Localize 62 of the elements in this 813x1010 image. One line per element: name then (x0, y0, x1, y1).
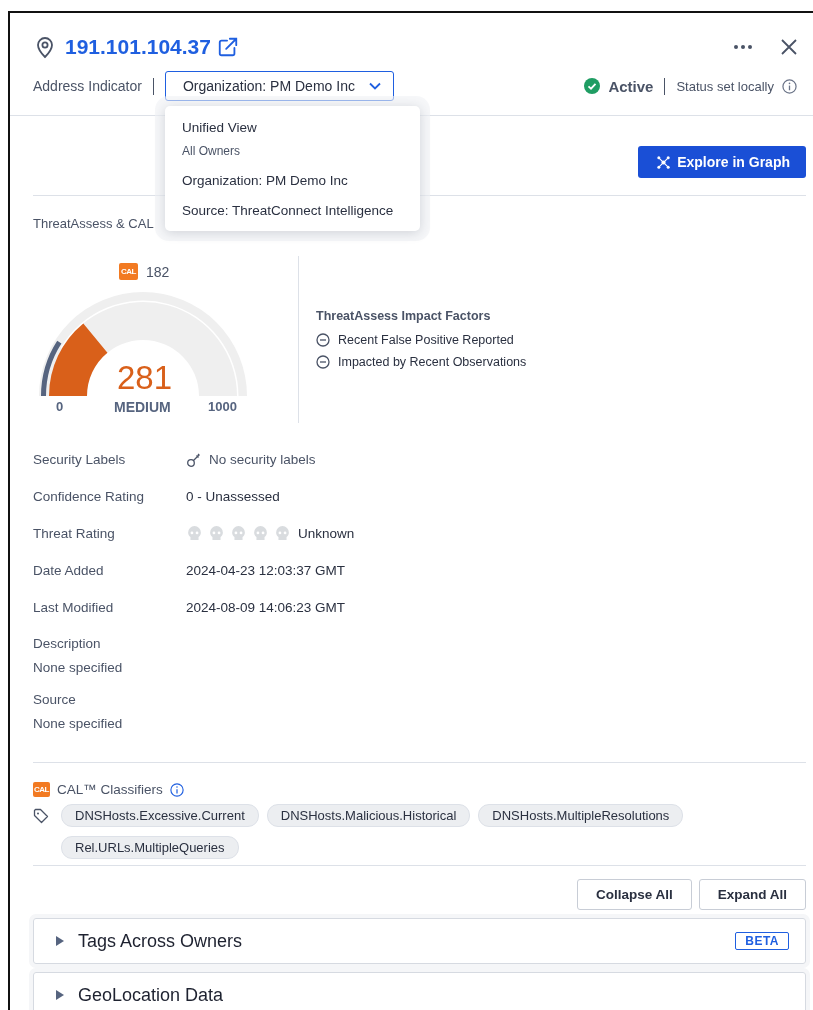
minus-circle-icon (316, 355, 330, 369)
impact-factors-title: ThreatAssess Impact Factors (316, 309, 492, 323)
threat-score: 281 (117, 359, 173, 397)
caret-icon (56, 936, 64, 946)
cal-logo: CAL (33, 782, 50, 797)
info-icon[interactable] (782, 78, 797, 94)
cal-logo: CAL (119, 263, 138, 280)
classifiers-title: CAL™ Classifiers (56, 782, 163, 797)
owner-menu-item[interactable]: Unified View All Owners (165, 114, 420, 167)
detail-value: No security labels (209, 452, 316, 467)
impact-factor: Recent False Positive Reported (338, 333, 514, 347)
close-icon[interactable] (781, 39, 797, 55)
gauge-min-label: 0 (56, 399, 64, 414)
skull-icon (208, 525, 225, 542)
minus-circle-icon (316, 333, 330, 347)
classifier-tag[interactable]: Rel.URLs.MultipleQueries (61, 836, 239, 859)
section-toggle-button[interactable]: Expand All (698, 879, 806, 910)
skull-icon (252, 525, 269, 542)
detail-label: Confidence Rating (33, 489, 146, 504)
detail-value: None specified (33, 660, 123, 675)
skull-icon (274, 525, 291, 542)
detail-label: Date Added (33, 563, 105, 578)
section-title: ThreatAssess & CAL (33, 216, 154, 231)
detail-value: 0 - Unassessed (186, 489, 280, 504)
owner-select[interactable]: Organization: PM Demo Inc (164, 71, 394, 101)
more-options-icon[interactable] (733, 44, 753, 50)
explore-in-graph-button[interactable]: Explore in Graph (638, 146, 806, 178)
section-toggle-button[interactable]: Collapse All (576, 879, 692, 910)
owner-menu-item[interactable]: Organization: PM Demo Inc (165, 167, 420, 197)
impact-factor: Impacted by Recent Observations (338, 355, 527, 369)
tag-icon (33, 808, 49, 824)
check-circle-icon (584, 78, 601, 94)
detail-label: Security Labels (33, 452, 127, 467)
detail-label: Description (33, 636, 102, 651)
classifier-tag[interactable]: DNSHosts.Malicious.Historical (266, 804, 471, 827)
caret-icon (56, 990, 64, 1000)
chevron-down-icon (368, 82, 381, 90)
info-icon[interactable] (169, 782, 184, 797)
classifier-tag[interactable]: DNSHosts.Excessive.Current (61, 804, 259, 827)
detail-label: Last Modified (33, 600, 115, 615)
skull-icon (186, 525, 203, 542)
owner-menu-item[interactable]: Source: ThreatConnect Intelligence (165, 197, 420, 227)
classifier-tag[interactable]: DNSHosts.MultipleResolutions (478, 804, 684, 827)
indicator-type: Address Indicator (33, 78, 142, 94)
status-note: Status set locally (676, 78, 774, 94)
cal-score: 182 (145, 263, 170, 280)
cal-gauge-arc (41, 340, 62, 396)
gauge-max-label: 1000 (208, 399, 237, 414)
detail-label: Source (33, 692, 77, 707)
detail-label: Threat Rating (33, 526, 116, 541)
beta-badge: BETA (735, 932, 789, 950)
detail-value: 2024-04-23 12:03:37 GMT (186, 563, 346, 578)
detail-value: Unknown (298, 526, 355, 541)
external-link-icon[interactable] (217, 36, 239, 58)
detail-value: None specified (33, 716, 123, 731)
skull-icon (230, 525, 247, 542)
threat-level: MEDIUM (114, 399, 171, 415)
detail-value: 2024-08-09 14:06:23 GMT (186, 600, 346, 615)
status-text: Active (608, 77, 654, 95)
key-icon (186, 451, 202, 468)
indicator-address: 191.101.104.37 (65, 35, 211, 59)
graph-icon (656, 154, 672, 170)
